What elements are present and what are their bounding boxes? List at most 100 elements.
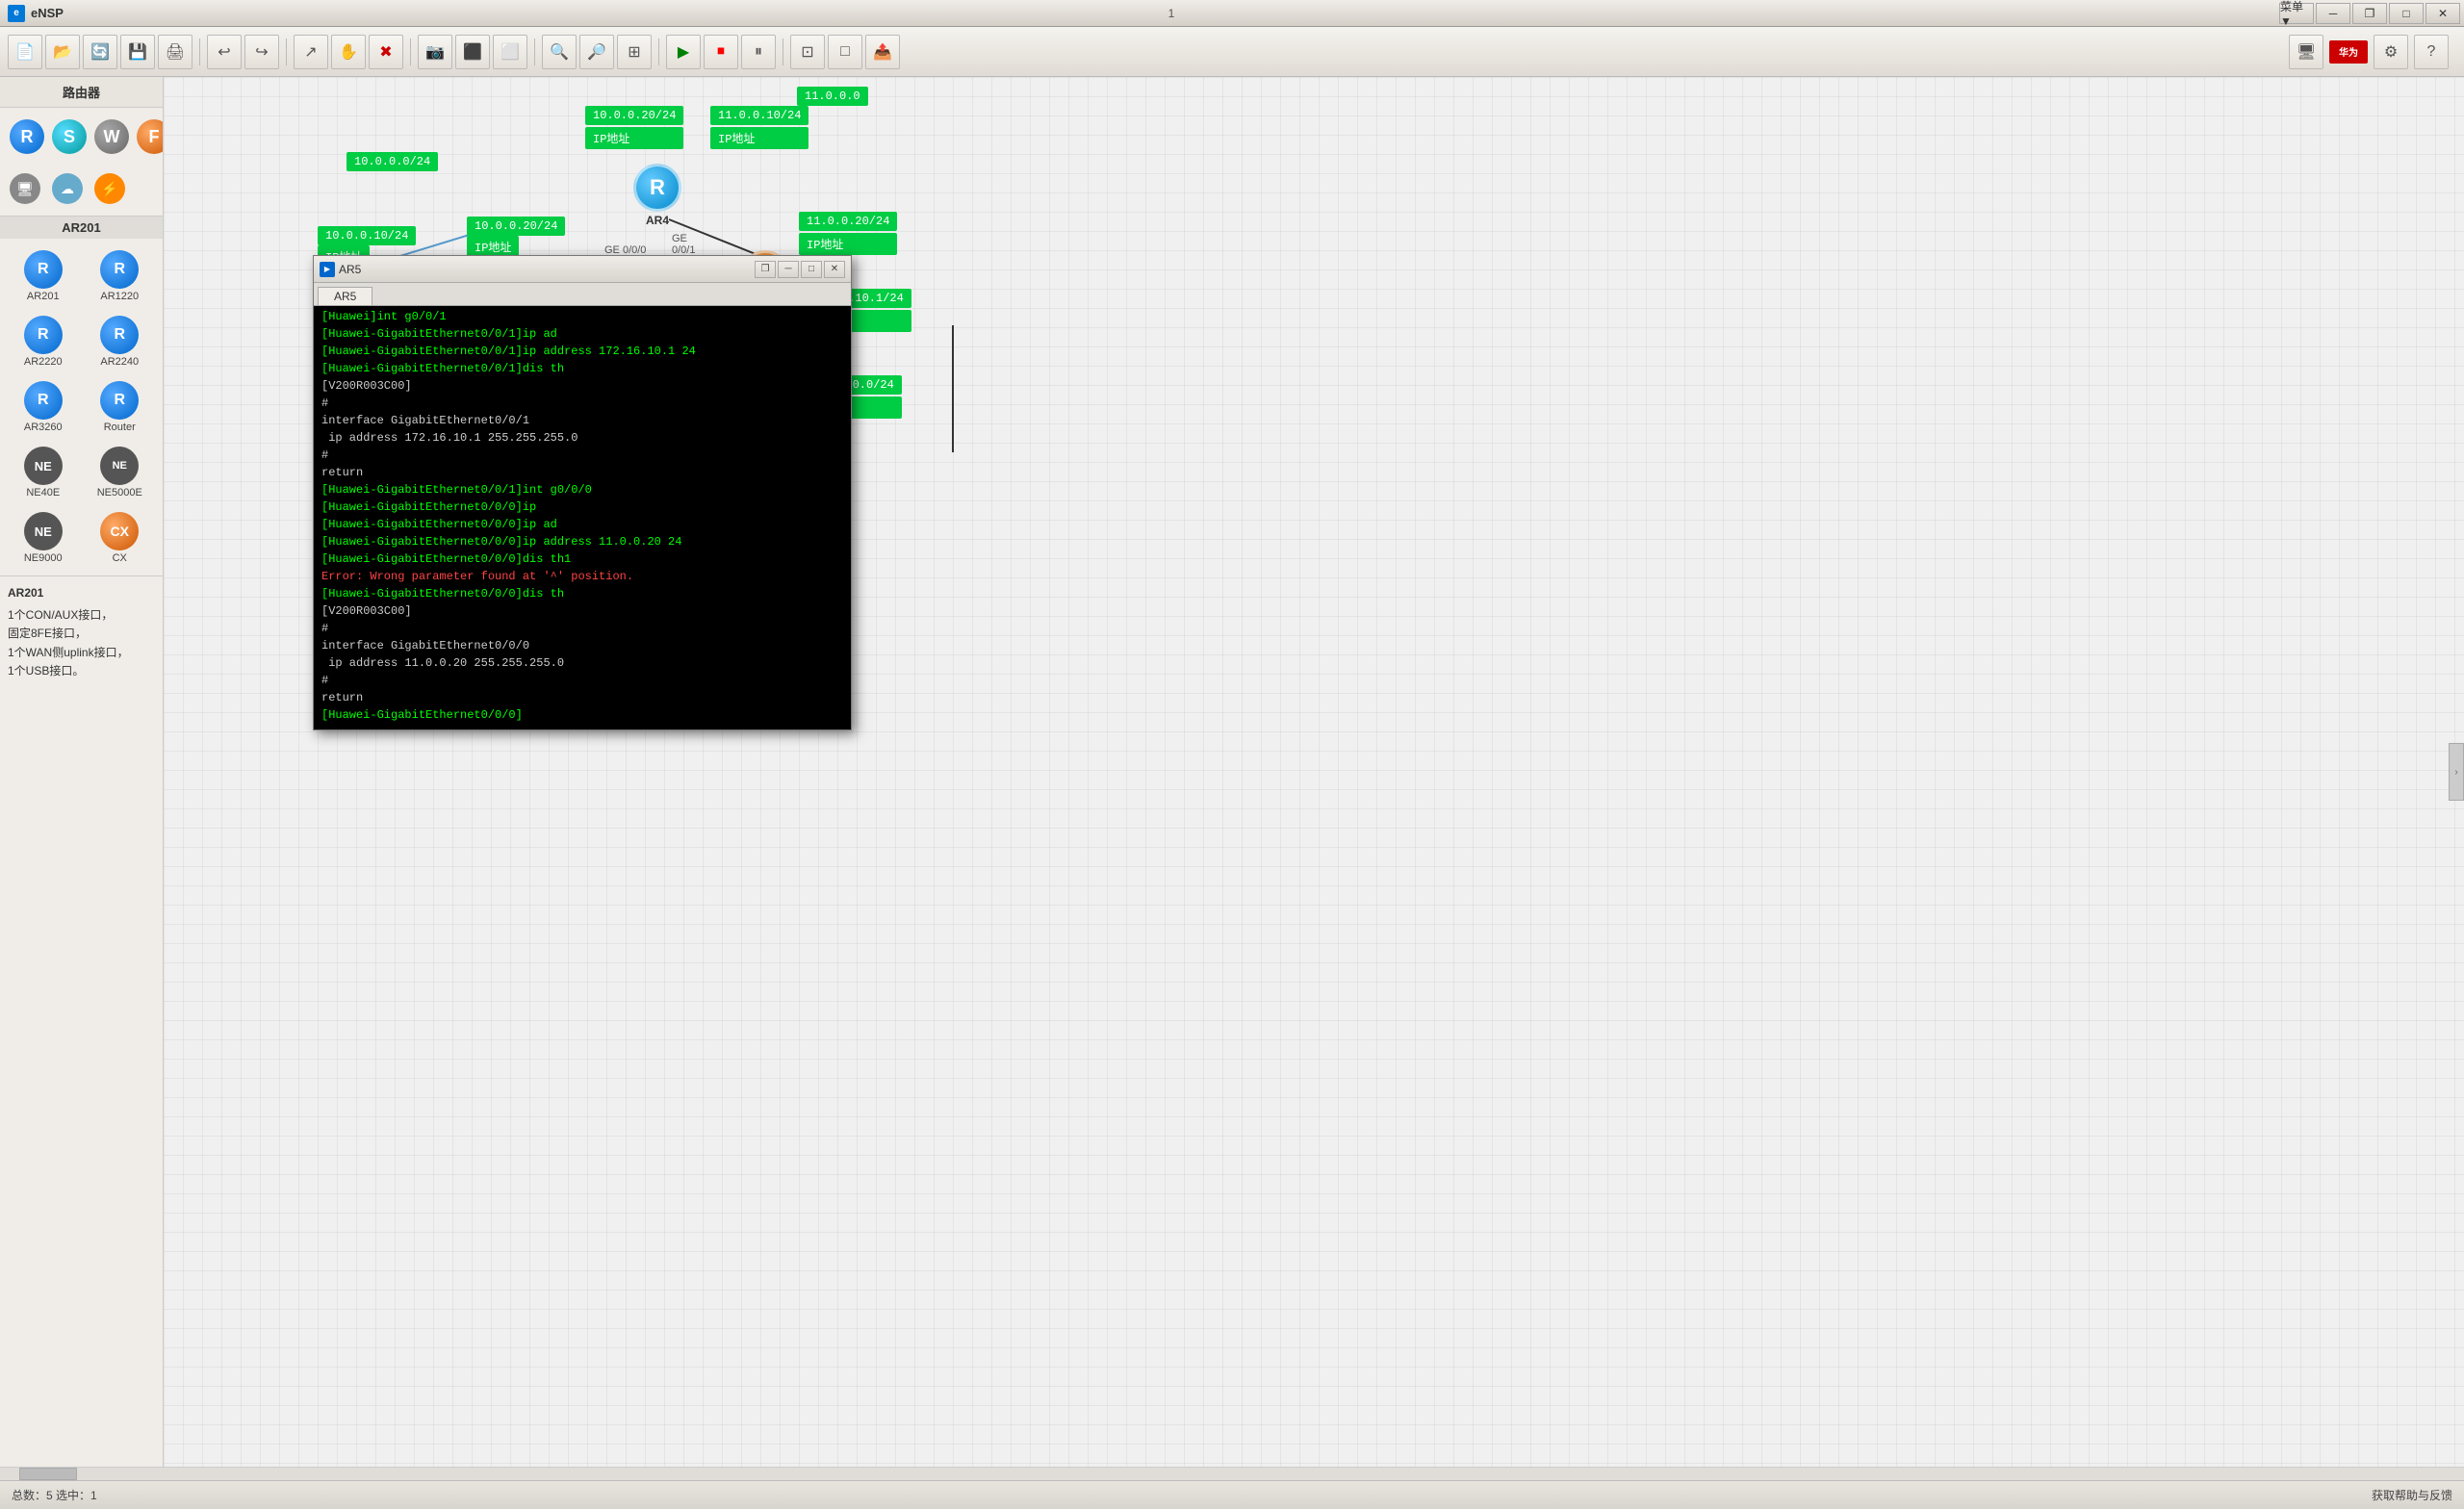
- pause-button[interactable]: ⏸: [741, 35, 776, 69]
- sidebar-description: AR201 1个CON/AUX接口， 固定8FE接口， 1个WAN侧uplink…: [0, 575, 163, 688]
- fit-button[interactable]: ⊞: [617, 35, 652, 69]
- sidebar-cat-switch[interactable]: S: [50, 115, 89, 158]
- zoom-out-button[interactable]: 🔎: [579, 35, 614, 69]
- open-button[interactable]: 📂: [45, 35, 80, 69]
- ar2240-icon: R: [100, 316, 139, 354]
- close-button[interactable]: ✕: [2426, 3, 2460, 24]
- ar3260-icon: R: [24, 381, 63, 420]
- label-11-0-0: 11.0.0.0: [797, 87, 868, 106]
- sidebar-device-router[interactable]: R Router: [85, 377, 156, 437]
- ar2240-label: AR2240: [100, 356, 139, 368]
- sidebar-category-grid: R S W F: [0, 108, 163, 166]
- sidebar-device-ne9000[interactable]: NE NE9000: [8, 508, 79, 568]
- ar4-label-11: 11.0.0.0: [797, 87, 868, 106]
- ne5000e-label: NE5000E: [97, 487, 142, 499]
- select-button[interactable]: ↗: [294, 35, 328, 69]
- huawei-logo: 华为: [2329, 40, 2368, 64]
- new-button[interactable]: 📄: [8, 35, 42, 69]
- terminal-maximize-btn[interactable]: □: [801, 261, 822, 278]
- zoom-in-button[interactable]: 🔍: [542, 35, 577, 69]
- sidebar-device-cx[interactable]: CX CX: [85, 508, 156, 568]
- label-ar5-ipaddr: IP地址: [799, 233, 897, 255]
- switch-category-icon: S: [52, 119, 87, 154]
- sidebar-cat-cloud[interactable]: ☁: [50, 169, 85, 208]
- terminal-tab-ar5[interactable]: AR5: [318, 287, 372, 305]
- sidebar-device-ar2220[interactable]: R AR2220: [8, 312, 79, 371]
- grid-button[interactable]: ⊡: [790, 35, 825, 69]
- label-10-0-0-20-24-left: 10.0.0.20/24: [467, 217, 565, 236]
- terminal-close-btn[interactable]: ✕: [824, 261, 845, 278]
- ne40e-icon: NE: [24, 447, 63, 485]
- pc-icon: 🖥: [10, 173, 40, 204]
- sidebar-device-ar2240[interactable]: R AR2240: [85, 312, 156, 371]
- terminal-button[interactable]: ⬛: [455, 35, 490, 69]
- terminal-minimize-btn[interactable]: ─: [778, 261, 799, 278]
- ar3260-label: AR3260: [24, 422, 63, 433]
- terminal-content[interactable]: <Huawei>undo t mInfo: Current terminal m…: [314, 306, 851, 729]
- scrollbar-thumb[interactable]: [19, 1468, 77, 1480]
- delete-button[interactable]: ✖: [369, 35, 403, 69]
- router-category-icon: R: [10, 119, 44, 154]
- desc-text: 1个CON/AUX接口， 固定8FE接口， 1个WAN侧uplink接口， 1个…: [8, 606, 155, 680]
- sidebar-cat-connector[interactable]: ⚡: [92, 169, 127, 208]
- right-panel-toggle[interactable]: ›: [2449, 743, 2464, 801]
- ar4-router-icon: R: [633, 164, 681, 212]
- settings-button[interactable]: ⚙: [2374, 35, 2408, 69]
- maximize-button[interactable]: □: [2389, 3, 2424, 24]
- security-category-icon: F: [137, 119, 164, 154]
- label-10-0-0-10-24: 10.0.0.10/24: [318, 226, 416, 245]
- restore-button[interactable]: ❐: [2352, 3, 2387, 24]
- sidebar: 路由器 R S W F 🖥 ☁ ⚡: [0, 77, 164, 1467]
- title-bar-controls: 菜单▼ ─ ❐ □ ✕: [2279, 3, 2464, 24]
- canvas-area[interactable]: 10.0.0.0/24 10.0.0.20/24 IP地址 10.0.0.10/…: [164, 77, 2464, 1467]
- terminal-title-text: AR5: [339, 263, 361, 276]
- app-title: eNSP: [31, 6, 64, 20]
- hand-button[interactable]: ✋: [331, 35, 366, 69]
- sidebar-cat-security[interactable]: F: [135, 115, 164, 158]
- monitor-button[interactable]: 🖥: [2289, 35, 2323, 69]
- terminal-title-bar: ▶ AR5 ❐ ─ □ ✕: [314, 256, 851, 283]
- minimize-button[interactable]: ─: [2316, 3, 2350, 24]
- sidebar-device-ne40e[interactable]: NE NE40E: [8, 443, 79, 502]
- ne9000-icon: NE: [24, 512, 63, 550]
- undo-button[interactable]: ↩: [207, 35, 242, 69]
- sidebar-cat-wireless[interactable]: W: [92, 115, 131, 158]
- ar4-label-group: 10.0.0.20/24 IP地址: [585, 106, 683, 147]
- toolbar-sep4: [534, 38, 535, 65]
- save-button[interactable]: 💾: [120, 35, 155, 69]
- terminal-restore-btn[interactable]: ❐: [755, 261, 776, 278]
- connector-icon: ⚡: [94, 173, 125, 204]
- sidebar-device-ne5000e[interactable]: NE NE5000E: [85, 443, 156, 502]
- help-button[interactable]: ?: [2414, 35, 2449, 69]
- menu-button[interactable]: 菜单▼: [2279, 3, 2314, 24]
- status-bar: 总数：5 选中：1 获取帮助与反馈: [0, 1480, 2464, 1509]
- cx-label: CX: [113, 552, 127, 564]
- capture-button[interactable]: 📷: [418, 35, 452, 69]
- horizontal-scrollbar[interactable]: [0, 1467, 2464, 1480]
- export-button[interactable]: 📤: [865, 35, 900, 69]
- reload-button[interactable]: 🔄: [83, 35, 117, 69]
- toolbar-sep2: [286, 38, 287, 65]
- toolbar-sep5: [658, 38, 659, 65]
- ar1220-label: AR1220: [100, 291, 139, 302]
- cx-icon: CX: [100, 512, 139, 550]
- sidebar-device-ar1220[interactable]: R AR1220: [85, 246, 156, 306]
- toolbar: 📄 📂 🔄 💾 🖨 ↩ ↪ ↗ ✋ ✖ 📷 ⬛ ⬜ 🔍 🔎 ⊞ ▶ ⏹ ⏸ ⊡ …: [0, 27, 2464, 77]
- window-button[interactable]: □: [828, 35, 862, 69]
- ar4-label: AR4: [646, 214, 669, 227]
- desc-title: AR201: [8, 584, 155, 602]
- terminal-title-left: ▶ AR5: [320, 262, 361, 277]
- sidebar-device-ar3260[interactable]: R AR3260: [8, 377, 79, 437]
- ne5000e-icon: NE: [100, 447, 139, 485]
- sidebar-cat-router[interactable]: R: [8, 115, 46, 158]
- sidebar-device-ar201[interactable]: R AR201: [8, 246, 79, 306]
- label-ar4-ipaddr: IP地址: [585, 127, 683, 149]
- ar4-node[interactable]: 10.0.0.20/24 IP地址 11.0.0.10/24 IP地址 11.0…: [633, 164, 681, 227]
- start-button[interactable]: ▶: [666, 35, 701, 69]
- stop-button[interactable]: ⏹: [704, 35, 738, 69]
- redo-button[interactable]: ↪: [244, 35, 279, 69]
- rect-button[interactable]: ⬜: [493, 35, 527, 69]
- print-button[interactable]: 🖨: [158, 35, 192, 69]
- sidebar-cat-pc[interactable]: 🖥: [8, 169, 42, 208]
- ne40e-label: NE40E: [26, 487, 60, 499]
